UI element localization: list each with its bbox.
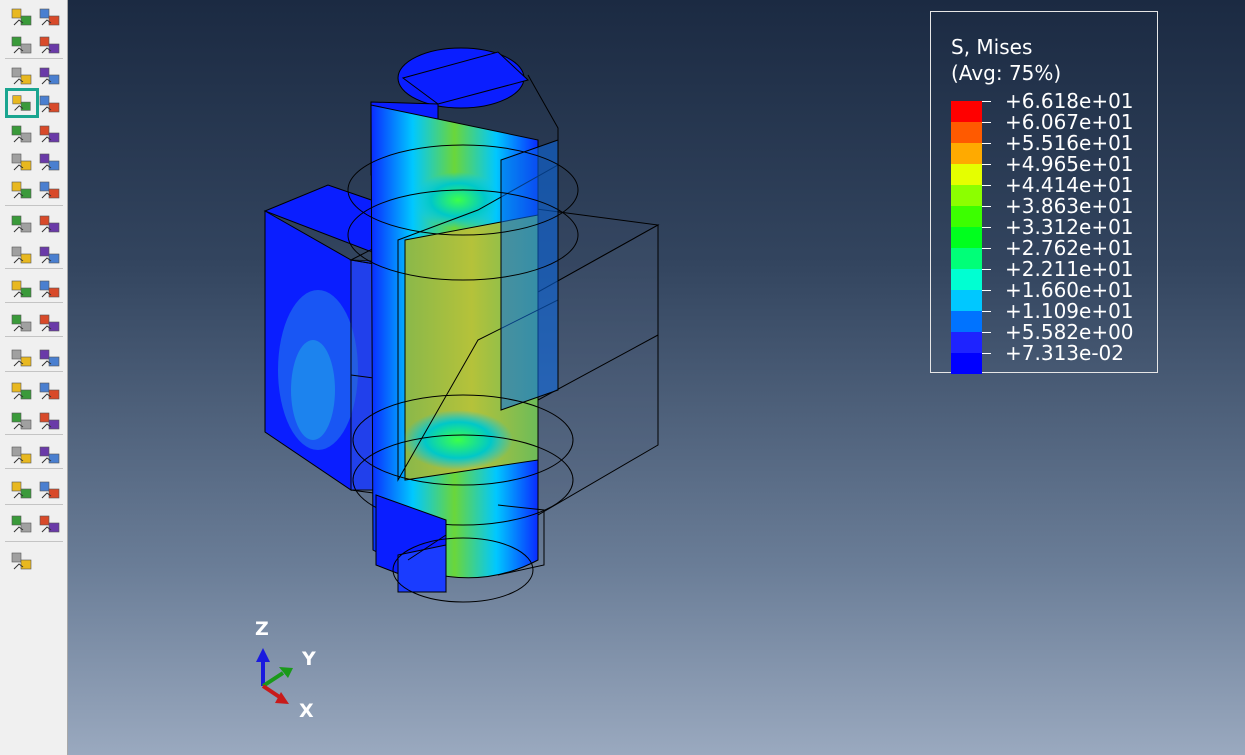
- legend-value: +4.414e+01: [1005, 173, 1134, 197]
- triad-x-label: X: [299, 700, 314, 722]
- graphics-viewport[interactable]: S, Mises (Avg: 75%) +6.618e+01 +6.067e+01…: [68, 0, 1245, 755]
- plot-undeformed-shape-icon[interactable]: [9, 63, 35, 89]
- toolbox-separator: [5, 434, 63, 435]
- xy-data-manager-icon[interactable]: [37, 310, 63, 336]
- result-combine-icon[interactable]: [9, 511, 35, 537]
- plot-contours-undeformed-icon[interactable]: [9, 121, 35, 147]
- legend-value: +5.516e+01: [1005, 131, 1134, 155]
- animation-options-icon[interactable]: [37, 242, 63, 268]
- animate-time-history-icon[interactable]: [37, 211, 63, 237]
- coordinate-triad: Z Y X: [243, 610, 343, 730]
- legend-tick: [982, 185, 991, 186]
- legend-tick: [982, 332, 991, 333]
- report-field-output-icon[interactable]: [37, 276, 63, 302]
- legend-value: +3.312e+01: [1005, 215, 1134, 239]
- animate-scale-factor-icon[interactable]: [9, 211, 35, 237]
- legend-swatch: [951, 248, 982, 269]
- legend-tick: [982, 164, 991, 165]
- node-label-icon[interactable]: [37, 4, 63, 30]
- toolbox-separator: [5, 504, 63, 505]
- legend-swatch: [951, 332, 982, 353]
- tools-paint-icon[interactable]: [9, 548, 35, 574]
- legend-value: +1.109e+01: [1005, 299, 1134, 323]
- legend-swatch: [951, 353, 982, 374]
- legend-tick: [982, 206, 991, 207]
- element-label-icon[interactable]: [9, 4, 35, 30]
- toolbox-separator: [5, 302, 63, 303]
- toolbox-separator: [5, 58, 63, 59]
- superimpose-options-icon[interactable]: [37, 177, 63, 203]
- legend-swatch: [951, 143, 982, 164]
- create-path-icon[interactable]: [9, 345, 35, 371]
- legend-tick: [982, 269, 991, 270]
- legend-swatch: [951, 101, 982, 122]
- legend-value: +1.660e+01: [1005, 278, 1134, 302]
- legend-tick: [982, 122, 991, 123]
- view-cut-icon[interactable]: [9, 378, 35, 404]
- legend-swatch: [951, 122, 982, 143]
- plot-symbols-icon[interactable]: [9, 149, 35, 175]
- toolbox-panel: [0, 0, 68, 755]
- plot-contours-on-deformed-shape-icon[interactable]: [5, 88, 39, 118]
- legend-tick: [982, 353, 991, 354]
- create-xy-data-icon[interactable]: [9, 310, 35, 336]
- legend-tick: [982, 101, 991, 102]
- legend-tick: [982, 311, 991, 312]
- toolbox-separator: [5, 468, 63, 469]
- legend-value: +4.965e+01: [1005, 152, 1134, 176]
- contour-both-icon[interactable]: [37, 121, 63, 147]
- common-options-icon[interactable]: [9, 32, 35, 58]
- contour-legend: S, Mises (Avg: 75%) +6.618e+01 +6.067e+01…: [930, 11, 1158, 374]
- legend-value: +3.863e+01: [1005, 194, 1134, 218]
- legend-tick: [982, 290, 991, 291]
- symbol-options-icon[interactable]: [37, 149, 63, 175]
- legend-swatch: [951, 164, 982, 185]
- display-group-icon[interactable]: [9, 408, 35, 434]
- toolbox-separator: [5, 541, 63, 542]
- legend-swatch: [951, 269, 982, 290]
- toolbox-separator: [5, 371, 63, 372]
- toolbox-separator: [5, 268, 63, 269]
- layers-icon[interactable]: [37, 32, 63, 58]
- legend-tick: [982, 248, 991, 249]
- legend-value: +2.762e+01: [1005, 236, 1134, 260]
- legend-swatch: [951, 290, 982, 311]
- legend-tick: [982, 227, 991, 228]
- legend-value: +6.618e+01: [1005, 89, 1134, 113]
- contour-options-icon[interactable]: [37, 91, 63, 117]
- toolbox-separator: [5, 336, 63, 337]
- display-group-manager-icon[interactable]: [37, 408, 63, 434]
- view-cut-manager-icon[interactable]: [37, 378, 63, 404]
- triad-z-label: Z: [255, 618, 269, 640]
- legend-value: +2.211e+01: [1005, 257, 1134, 281]
- combine-manager-icon[interactable]: [37, 511, 63, 537]
- animate-harmonic-icon[interactable]: [9, 242, 35, 268]
- legend-swatch: [951, 227, 982, 248]
- legend-tick: [982, 143, 991, 144]
- triad-y-label: Y: [302, 648, 316, 670]
- toolbox-separator: [5, 205, 63, 206]
- plot-deformed-shape-icon[interactable]: [37, 63, 63, 89]
- legend-value: +6.067e+01: [1005, 110, 1134, 134]
- free-body-cut-icon[interactable]: [9, 442, 35, 468]
- legend-value: +7.313e-02: [1005, 341, 1124, 365]
- allow-multiple-plot-states-icon[interactable]: [9, 177, 35, 203]
- legend-swatch: [951, 185, 982, 206]
- legend-swatch: [951, 311, 982, 332]
- legend-subtitle: (Avg: 75%): [951, 61, 1062, 85]
- query-nodes-icon[interactable]: [9, 276, 35, 302]
- stream-manager-icon[interactable]: [37, 477, 63, 503]
- legend-swatch: [951, 206, 982, 227]
- plot-xy-data-icon[interactable]: [37, 345, 63, 371]
- free-body-manager-icon[interactable]: [37, 442, 63, 468]
- legend-title: S, Mises: [951, 35, 1033, 59]
- stream-plot-icon[interactable]: [9, 477, 35, 503]
- legend-value: +5.582e+00: [1005, 320, 1134, 344]
